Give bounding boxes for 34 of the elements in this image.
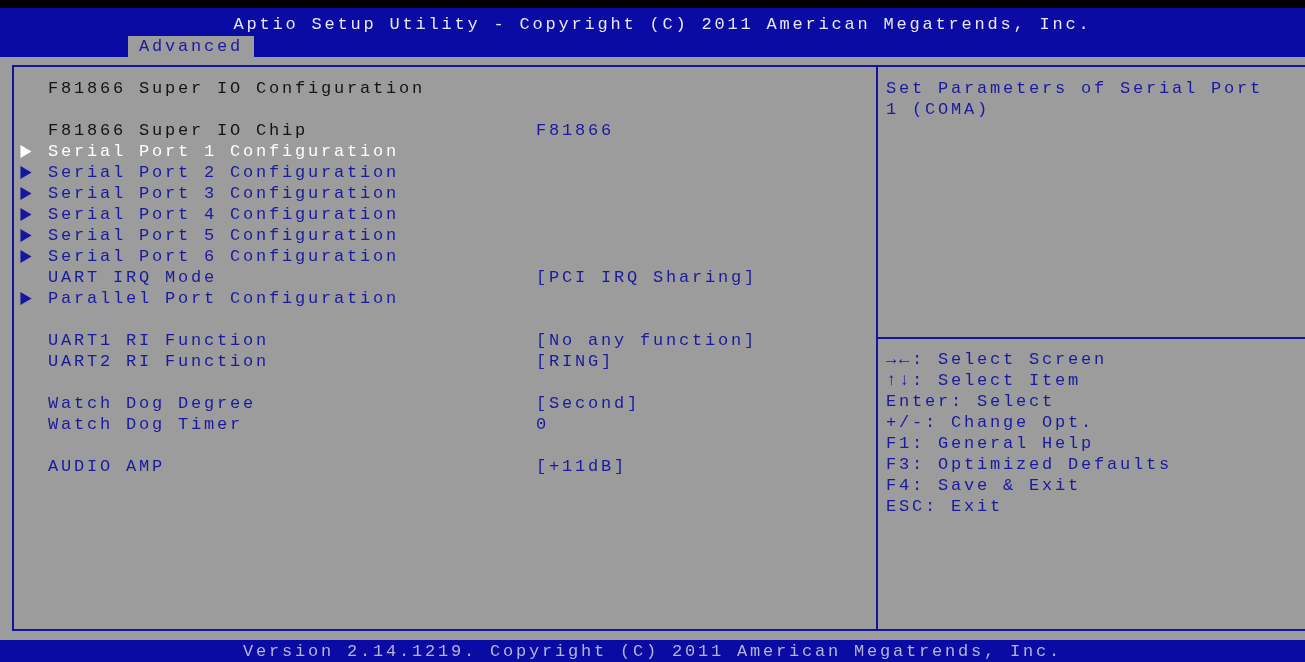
- setting-label[interactable]: Watch Dog Timer: [48, 414, 536, 435]
- setting-label[interactable]: AUDIO AMP: [48, 456, 536, 477]
- help-text: Set Parameters of Serial Port 1 (COMA): [886, 78, 1265, 120]
- info-value: F81866: [536, 120, 614, 141]
- key-hint: +/-: Change Opt.: [886, 412, 1096, 433]
- setting-label[interactable]: UART2 RI Function: [48, 351, 536, 372]
- submenu-item[interactable]: Serial Port 1 Configuration: [48, 141, 536, 162]
- key-hint: F1: General Help: [886, 433, 1096, 454]
- key-hint: F4: Save & Exit: [886, 475, 1083, 496]
- setting-value[interactable]: [+11dB]: [536, 456, 627, 477]
- submenu-item[interactable]: Serial Port 6 Configuration: [48, 246, 536, 267]
- setting-value[interactable]: [PCI IRQ Sharing]: [536, 267, 758, 288]
- window-title: Aptio Setup Utility - Copyright (C) 2011 American Megatrends, Inc.: [232, 14, 1093, 36]
- key-hint: F3: Optimized Defaults: [886, 454, 1174, 475]
- status-bar: Version 2.14.1219. Copyright (C) 2011 American Megatrends, Inc.: [0, 640, 1305, 662]
- setting-value[interactable]: 0: [536, 414, 549, 435]
- setting-label[interactable]: UART IRQ Mode: [48, 267, 536, 288]
- menu-tab[interactable]: Advanced: [128, 36, 254, 57]
- key-hint: ESC: Exit: [886, 496, 1004, 517]
- submenu-item[interactable]: Parallel Port Configuration: [48, 288, 536, 309]
- section-heading: F81866 Super IO Configuration: [48, 78, 426, 99]
- submenu-item[interactable]: Serial Port 5 Configuration: [48, 225, 536, 246]
- setting-label[interactable]: Watch Dog Degree: [48, 393, 536, 414]
- key-hint: Enter: Select: [886, 391, 1057, 412]
- info-label: F81866 Super IO Chip: [48, 120, 310, 141]
- setting-value[interactable]: [RING]: [536, 351, 614, 372]
- setting-label[interactable]: UART1 RI Function: [48, 330, 536, 351]
- submenu-item[interactable]: Serial Port 4 Configuration: [48, 204, 536, 225]
- submenu-item[interactable]: Serial Port 2 Configuration: [48, 162, 536, 183]
- key-hint: ↑↓: Select Item: [886, 370, 1083, 391]
- setting-value[interactable]: [Second]: [536, 393, 640, 414]
- submenu-item[interactable]: Serial Port 3 Configuration: [48, 183, 536, 204]
- setting-value[interactable]: [No any function]: [536, 330, 758, 351]
- key-hint: →←: Select Screen: [886, 349, 1109, 370]
